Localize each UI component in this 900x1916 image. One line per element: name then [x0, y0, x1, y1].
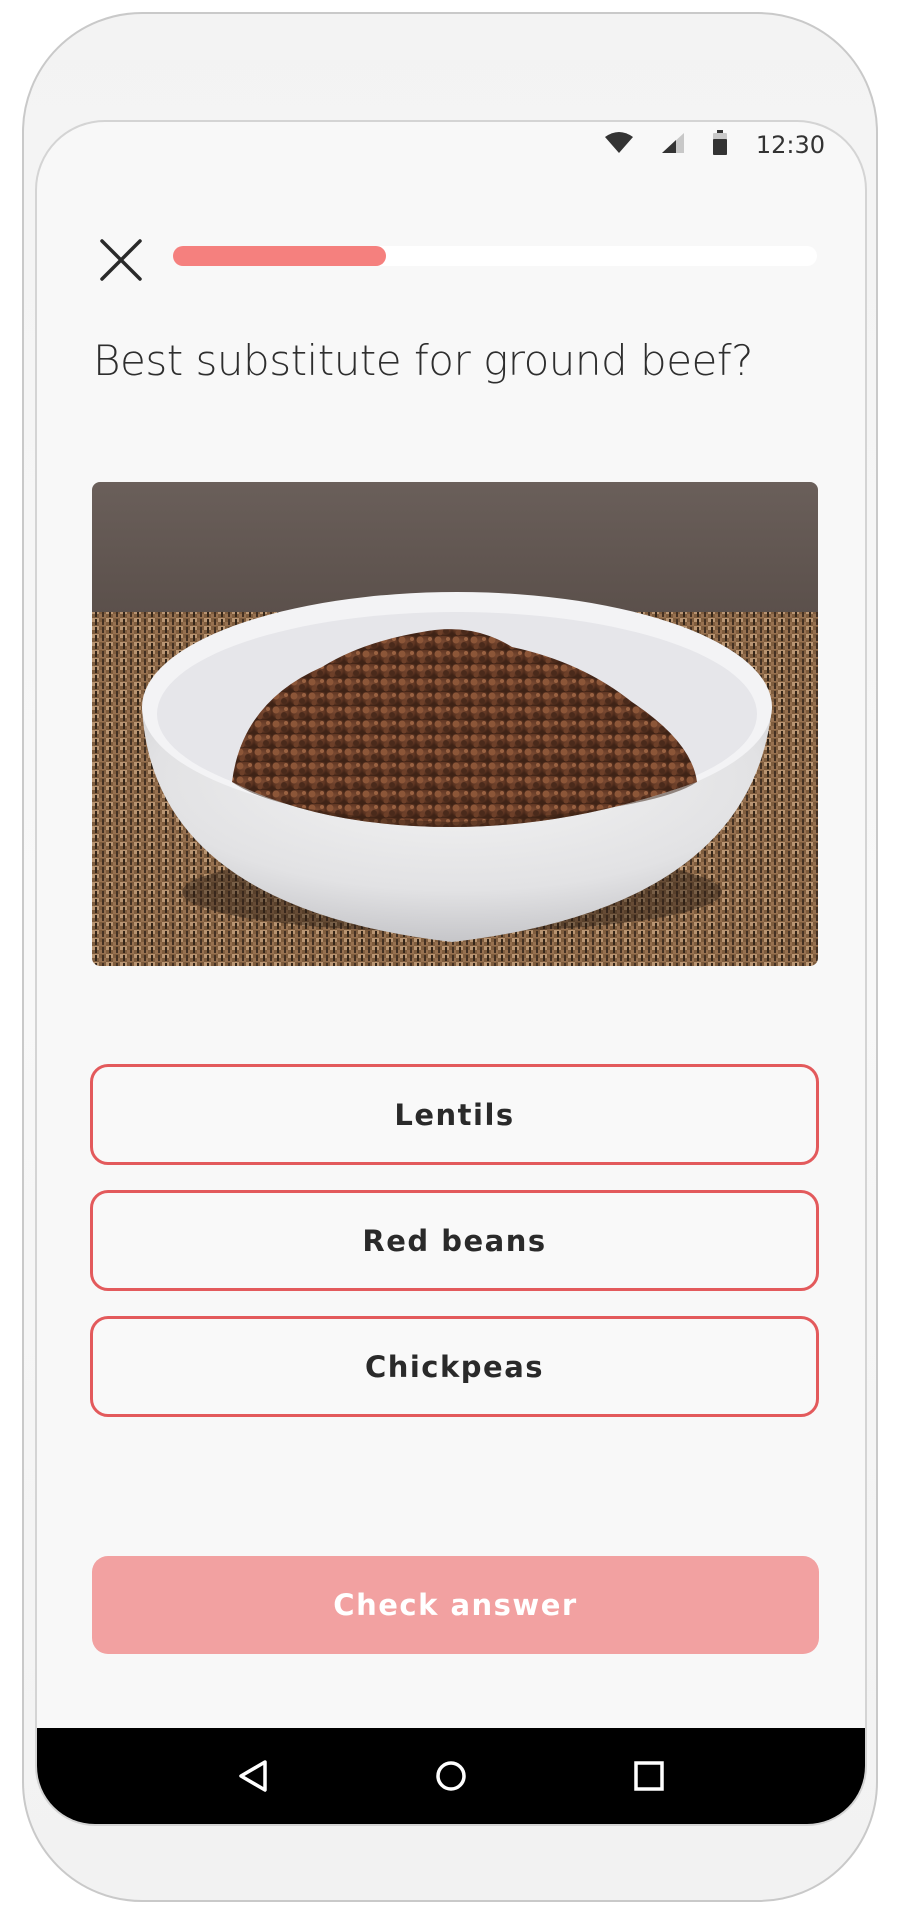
close-button[interactable] [93, 232, 149, 288]
recents-icon [634, 1761, 664, 1791]
check-answer-button[interactable]: Check answer [92, 1556, 819, 1654]
home-button[interactable] [429, 1754, 473, 1798]
back-button[interactable] [231, 1754, 275, 1798]
signal-icon [660, 131, 686, 159]
close-icon [100, 239, 142, 281]
back-icon [239, 1760, 267, 1792]
home-icon [436, 1761, 466, 1791]
option-chickpeas[interactable]: Chickpeas [90, 1316, 819, 1417]
question-text: Best substitute for ground beef? [93, 336, 753, 385]
wifi-icon [604, 131, 634, 159]
recents-button[interactable] [627, 1754, 671, 1798]
progress-bar [173, 246, 817, 266]
option-lentils[interactable]: Lentils [90, 1064, 819, 1165]
battery-icon [712, 130, 728, 160]
bowl-of-ground-beef-image [92, 482, 818, 966]
progress-bar-fill [173, 246, 386, 266]
status-bar: 12:30 [37, 122, 865, 172]
navigation-bar [37, 1728, 865, 1824]
option-red-beans[interactable]: Red beans [90, 1190, 819, 1291]
answer-options: Lentils Red beans Chickpeas [90, 1064, 819, 1442]
app-screen: 12:30 Best substitute for ground beef? L… [35, 120, 867, 1826]
status-time: 12:30 [755, 131, 825, 159]
